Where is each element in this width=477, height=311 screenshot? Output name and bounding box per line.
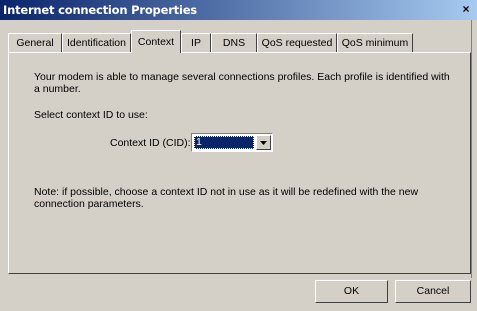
cancel-button[interactable]: Cancel: [395, 280, 471, 303]
window-edge: [471, 20, 472, 278]
cid-select[interactable]: 1: [191, 133, 273, 152]
tab-qos-requested[interactable]: QoS requested: [257, 33, 337, 52]
tab-qos-minimum[interactable]: QoS minimum: [337, 33, 413, 52]
tab-dns[interactable]: DNS: [211, 33, 257, 52]
tab-general[interactable]: General: [8, 33, 62, 52]
tab-context[interactable]: Context: [131, 30, 181, 53]
tab-ip[interactable]: IP: [181, 33, 211, 52]
select-prompt: Select context ID to use:: [34, 109, 148, 121]
chevron-down-icon: [260, 141, 267, 145]
close-icon[interactable]: ×: [459, 2, 473, 17]
dropdown-button[interactable]: [256, 135, 271, 150]
intro-text: Your modem is able to manage several con…: [34, 71, 450, 95]
cid-selected-value: 1: [194, 136, 254, 149]
cid-label: Context ID (CID):: [110, 137, 191, 149]
ok-button[interactable]: OK: [315, 280, 388, 303]
title-bar[interactable]: Internet connection Properties ×: [0, 0, 477, 20]
window-title: Internet connection Properties: [3, 3, 197, 17]
tab-identification[interactable]: Identification: [62, 33, 131, 52]
note-text: Note: if possible, choose a context ID n…: [34, 186, 419, 210]
